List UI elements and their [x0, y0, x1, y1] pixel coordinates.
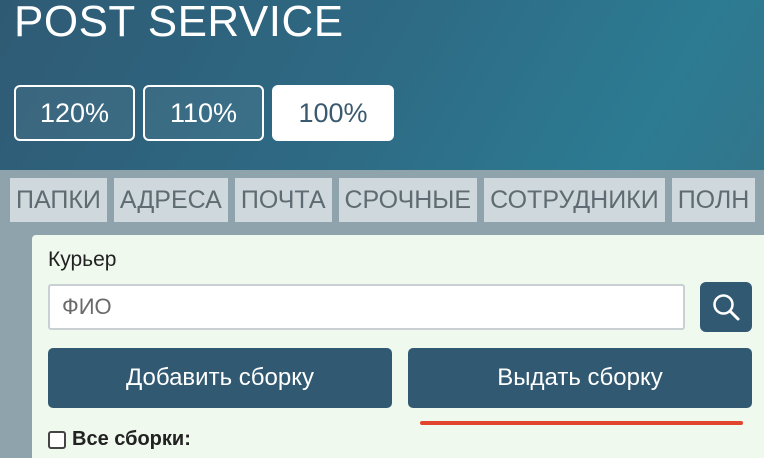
zoom-110-button[interactable]: 110% — [143, 85, 264, 141]
courier-label: Курьер — [48, 248, 117, 271]
highlight-underline — [420, 421, 743, 425]
tab-addresses[interactable]: АДРЕСА — [113, 178, 228, 222]
add-assembly-button[interactable]: Добавить сборку — [48, 348, 392, 408]
all-assemblies-label: Все сборки: — [72, 428, 191, 450]
tab-urgent[interactable]: СРОЧНЫЕ — [338, 178, 478, 222]
search-button[interactable] — [700, 282, 752, 332]
tab-mail[interactable]: ПОЧТА — [234, 178, 332, 222]
tab-folders[interactable]: ПАПКИ — [10, 178, 107, 222]
zoom-100-button[interactable]: 100% — [272, 85, 394, 141]
zoom-120-button[interactable]: 120% — [14, 85, 135, 141]
zoom-bar: 120% 110% 100% — [14, 85, 394, 141]
app-title: POST SERVICE — [14, 0, 344, 46]
tab-bar: ПАПКИ АДРЕСА ПОЧТА СРОЧНЫЕ СОТРУДНИКИ ПО… — [10, 178, 756, 222]
search-icon — [713, 294, 740, 321]
all-assemblies-row: Все сборки: — [48, 428, 191, 451]
all-assemblies-checkbox[interactable] — [48, 430, 66, 449]
courier-fio-input[interactable] — [48, 284, 685, 330]
tab-employees[interactable]: СОТРУДНИКИ — [484, 178, 665, 222]
tab-more[interactable]: ПОЛН — [671, 178, 756, 222]
issue-assembly-button[interactable]: Выдать сборку — [408, 348, 752, 408]
